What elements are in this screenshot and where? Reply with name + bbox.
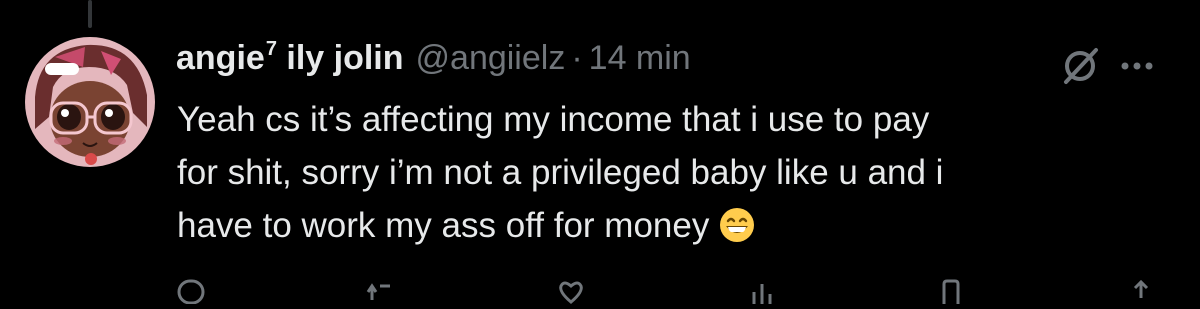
bookmark-icon[interactable] <box>936 278 966 304</box>
tweet-text: Yeah cs it’s affecting my income that i … <box>177 93 1167 252</box>
thread-connector-line <box>88 0 92 28</box>
tweet-text-line: for shit, sorry i’m not a privileged bab… <box>177 153 944 192</box>
avatar[interactable] <box>25 37 155 167</box>
tweet-text-line-last: have to work my ass off for money <box>177 199 1167 252</box>
name-superscript: 7 <box>265 38 277 60</box>
share-icon[interactable] <box>1126 278 1156 304</box>
more-icon[interactable] <box>1114 46 1160 86</box>
views-icon[interactable] <box>746 278 776 304</box>
meta-separator: · <box>571 39 583 77</box>
grok-icon[interactable] <box>1058 44 1102 88</box>
author-handle[interactable]: @angiielz <box>416 39 566 77</box>
timestamp[interactable]: 14 min <box>589 39 691 77</box>
author-meta: @angiielz · 14 min <box>416 39 691 78</box>
like-icon[interactable] <box>556 278 586 304</box>
tweet-text-line: Yeah cs it’s affecting my income that i … <box>177 100 930 139</box>
tweet-actions <box>176 278 1156 305</box>
tweet-header: angie7 ily jolin @angiielz · 14 min <box>176 38 691 84</box>
grinning-emoji-icon <box>719 205 755 242</box>
author-display-name[interactable]: angie7 ily jolin <box>176 38 404 78</box>
repost-icon[interactable] <box>366 278 396 304</box>
reply-icon[interactable] <box>176 278 206 305</box>
